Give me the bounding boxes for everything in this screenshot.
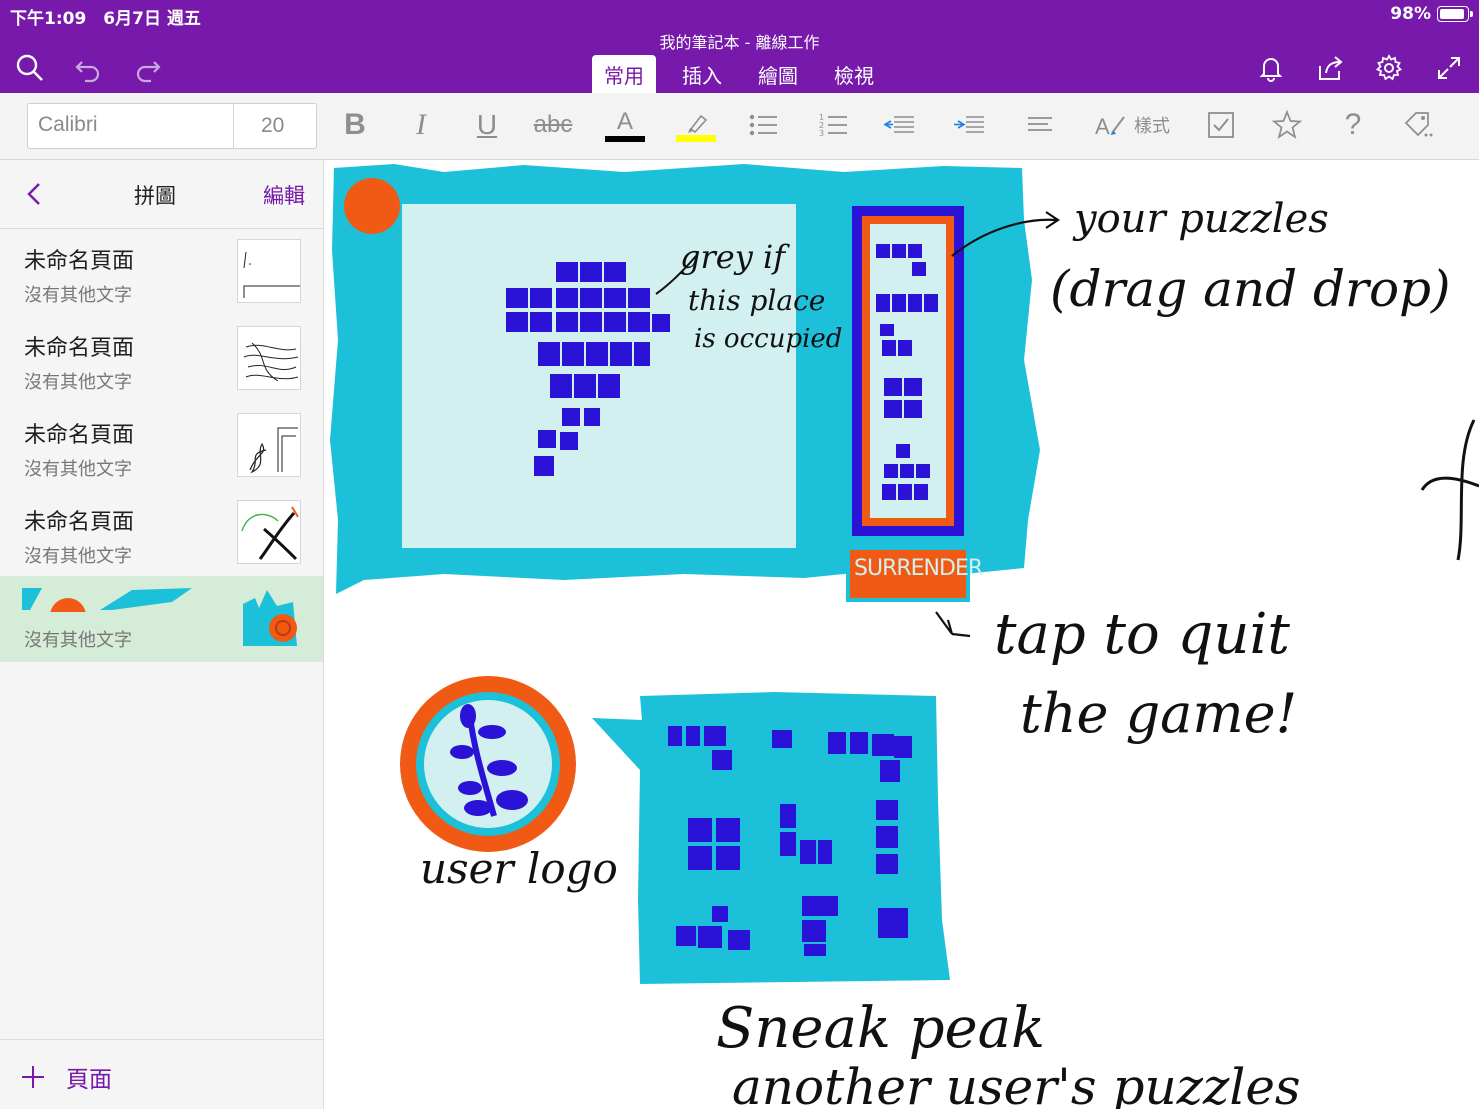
note-another-users-puzzles: another user's puzzles (732, 1058, 1301, 1109)
italic-button[interactable]: I (396, 101, 446, 149)
font-color-button[interactable]: A (600, 101, 650, 149)
styles-button[interactable]: A 樣式 (1086, 101, 1178, 149)
status-time: 下午1:09 6月7日 週五 (10, 9, 201, 29)
cut-off-letter (1420, 419, 1479, 561)
note-is-occupied: is occupied (694, 324, 843, 354)
gear-icon[interactable] (1371, 50, 1407, 86)
bold-button[interactable]: B (330, 101, 380, 149)
note-your-puzzles: your puzzles (1074, 196, 1329, 242)
font-color-swatch (605, 136, 645, 142)
orange-dot (344, 178, 400, 234)
styles-icon: A (1095, 114, 1125, 139)
ribbon-toolbar: Calibri 20 B I U abc A 123 A 樣式 ? (0, 93, 1479, 160)
page-subtitle: 沒有其他文字 (24, 546, 132, 567)
note-tap-to-quit: tap to quit (994, 602, 1290, 667)
note-sneak-peak: Sneak peak (716, 996, 1045, 1061)
note-canvas[interactable]: grey if this place is occupied your puzz… (324, 160, 1479, 1109)
page-thumbnail (237, 584, 299, 646)
search-icon[interactable] (12, 50, 48, 86)
plus-icon (22, 1066, 44, 1088)
sneak-peek-board (592, 692, 950, 984)
page-thumbnail (237, 413, 301, 477)
tab-insert[interactable]: 插入 (670, 55, 734, 93)
bell-icon[interactable] (1253, 50, 1289, 86)
font-size[interactable]: 20 (261, 114, 284, 138)
note-user-logo: user logo (420, 844, 618, 893)
puzzle-tray (852, 206, 964, 536)
tag-icon (1404, 112, 1433, 137)
note-grey-if: grey if (680, 238, 786, 276)
outdent-icon (883, 116, 914, 133)
svg-text:A: A (1095, 114, 1110, 139)
font-selector[interactable]: Calibri 20 (27, 103, 317, 149)
svg-text:3: 3 (819, 129, 824, 138)
underline-button[interactable]: U (462, 101, 512, 149)
help-button[interactable]: ? (1328, 101, 1378, 149)
edit-button[interactable]: 編輯 (263, 180, 305, 210)
align-button[interactable] (1015, 101, 1065, 149)
page-item-3[interactable]: 未命名頁面 沒有其他文字 (0, 405, 323, 491)
tab-home[interactable]: 常用 (592, 55, 656, 93)
page-item-4[interactable]: 未命名頁面 沒有其他文字 (0, 492, 323, 578)
page-item-5-selected[interactable]: 沒有其他文字 (0, 576, 323, 662)
todo-checkbox-button[interactable] (1196, 101, 1246, 149)
share-icon[interactable] (1312, 50, 1348, 86)
add-page-label: 頁面 (66, 1067, 112, 1093)
user-logo-sketch (400, 676, 576, 852)
font-name[interactable]: Calibri (38, 113, 98, 137)
page-thumbnail (237, 326, 301, 390)
page-subtitle: 沒有其他文字 (24, 459, 132, 480)
page-subtitle: 沒有其他文字 (24, 285, 132, 306)
page-item-2[interactable]: 未命名頁面 沒有其他文字 (0, 318, 323, 404)
bulleted-list-button[interactable] (738, 101, 788, 149)
highlight-color-swatch (676, 134, 716, 142)
highlighter-icon (688, 114, 708, 133)
redo-icon[interactable] (130, 50, 166, 86)
note-the-game: the game! (1020, 682, 1298, 745)
page-thumbnail (237, 239, 301, 303)
strikethrough-button[interactable]: abc (528, 101, 578, 149)
page-title: 未命名頁面 (24, 249, 135, 274)
note-this-place: this place (688, 284, 826, 317)
sidebar-footer: 頁面 (0, 1039, 323, 1110)
star-button[interactable] (1262, 101, 1312, 149)
align-left-icon (1028, 117, 1052, 131)
indent-icon (954, 116, 984, 133)
sidebar-header: 拼圖 編輯 (0, 160, 323, 229)
page-list-sidebar: 拼圖 編輯 未命名頁面 沒有其他文字 未命名頁面 沒有其他文字 未命名頁面 沒有… (0, 160, 324, 1109)
battery-icon (1437, 6, 1473, 22)
page-title: 未命名頁面 (24, 510, 135, 535)
page-preview-strip (22, 588, 192, 612)
font-divider (233, 104, 234, 148)
page-subtitle: 沒有其他文字 (24, 630, 132, 651)
note-drag-and-drop: (drag and drop) (1050, 260, 1451, 318)
page-thumbnail (237, 500, 301, 564)
checkbox-icon (1208, 112, 1234, 138)
undo-icon[interactable] (70, 50, 106, 86)
page-subtitle: 沒有其他文字 (24, 372, 132, 393)
font-color-letter: A (616, 108, 633, 135)
tab-view[interactable]: 檢視 (822, 55, 886, 93)
battery-percent: 98% (1390, 4, 1431, 24)
numbered-list-icon: 123 (819, 113, 847, 138)
styles-label: 樣式 (1134, 116, 1170, 137)
tab-draw[interactable]: 繪圖 (746, 55, 810, 93)
arrow-to-quit-note (935, 611, 971, 638)
add-page-button[interactable]: 頁面 (20, 1060, 112, 1094)
increase-indent-button[interactable] (944, 101, 994, 149)
fullscreen-icon[interactable] (1431, 50, 1467, 86)
bulleted-list-icon (749, 114, 777, 136)
numbered-list-button[interactable]: 123 (808, 101, 858, 149)
page-title: 未命名頁面 (24, 423, 135, 448)
highlight-button[interactable] (671, 101, 721, 149)
tag-button[interactable] (1394, 101, 1444, 149)
surrender-label: SURRENDER (854, 556, 983, 581)
page-title: 未命名頁面 (24, 336, 135, 361)
decrease-indent-button[interactable] (874, 101, 924, 149)
page-item-1[interactable]: 未命名頁面 沒有其他文字 (0, 231, 323, 317)
star-icon (1271, 109, 1303, 139)
